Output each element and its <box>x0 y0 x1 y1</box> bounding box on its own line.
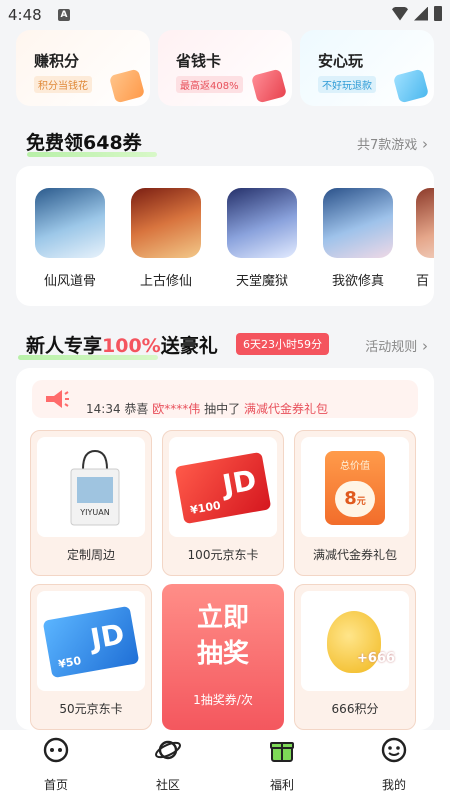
draw-now-button[interactable]: 立即 抽奖 1抽奖券/次 <box>162 584 284 730</box>
tab-label: 社区 <box>155 778 180 792</box>
prize-image-area: YIYUAN <box>37 437 145 537</box>
title-suffix: 送豪礼 <box>160 335 218 357</box>
prize-image-area: +666 <box>301 591 409 691</box>
game-thumbnail <box>323 188 393 258</box>
free-games-list: 仙风道骨 上古修仙 天堂魔狱 我欲修真 百 <box>16 166 434 306</box>
tab-label: 福利 <box>269 778 294 792</box>
prize-label: 满减代金券礼包 <box>312 548 397 562</box>
game-item[interactable]: 百 <box>416 188 434 289</box>
coupon-icon: 总价值 8元 <box>325 451 385 525</box>
winner-ticker: 14:34 恭喜 欧****伟 抽中了 满减代金券礼包 <box>32 380 418 418</box>
home-icon <box>43 737 69 763</box>
ticker-line: 14:34 恭喜 欧****伟 抽中了 满减代金券礼包 <box>86 402 328 416</box>
wifi-icon <box>392 6 408 21</box>
games-count-link[interactable]: 共7款游戏 <box>357 134 428 153</box>
game-thumbnail <box>35 188 105 258</box>
game-name: 百 <box>416 274 430 289</box>
title-prefix: 新人专享 <box>26 335 103 357</box>
status-time: 4:48 <box>8 6 42 24</box>
game-item[interactable]: 仙风道骨 <box>34 188 106 289</box>
newbie-section-title: 新人专享100% 送豪礼 <box>18 331 218 360</box>
prize-coupon-pack[interactable]: 总价值 8元 满减代金券礼包 <box>294 430 416 576</box>
prize-image-area: ¥50 JD <box>37 591 145 691</box>
game-item[interactable]: 我欲修真 <box>322 188 394 289</box>
tab-mine[interactable]: 我的 <box>364 736 424 793</box>
game-name: 我欲修真 <box>331 274 384 289</box>
prize-jd-50[interactable]: ¥50 JD 50元京东卡 <box>30 584 152 730</box>
title-highlight: 100% <box>18 335 161 360</box>
draw-cost: 1抽奖券/次 <box>193 693 253 707</box>
notification-a-icon: A <box>58 9 70 21</box>
status-bar: 4:48 A <box>0 0 450 30</box>
save-card[interactable]: 省钱卡 最高返408% <box>158 30 292 106</box>
card-tag: 积分当钱花 <box>34 76 92 93</box>
prize-label: 定制周边 <box>66 548 115 562</box>
game-name: 上古修仙 <box>139 274 192 289</box>
tab-label: 我的 <box>381 778 406 792</box>
jd-card-icon: ¥50 JD <box>42 605 140 679</box>
shield-icon <box>392 68 430 104</box>
game-item[interactable]: 天堂魔狱 <box>226 188 298 289</box>
game-thumbnail <box>131 188 201 258</box>
lottery-panel: 14:34 恭喜 欧****伟 抽中了 满减代金券礼包 YIYUAN 定制周边 … <box>16 368 434 730</box>
gift-icon <box>108 68 146 104</box>
prize-jd-100[interactable]: ¥100 JD 100元京东卡 <box>162 430 284 576</box>
card-title: 安心玩 <box>318 52 364 70</box>
free-section-title: 免费领648券 <box>26 128 158 157</box>
game-thumbnail <box>416 188 434 258</box>
money-bag-icon: +666 <box>327 611 395 673</box>
activity-rules-link[interactable]: 活动规则 <box>365 336 428 355</box>
tab-community[interactable]: 社区 <box>138 736 198 793</box>
card-title: 赚积分 <box>34 52 80 70</box>
megaphone-icon <box>46 390 69 408</box>
game-item[interactable]: 上古修仙 <box>130 188 202 289</box>
tab-label: 首页 <box>43 778 68 792</box>
game-thumbnail <box>227 188 297 258</box>
card-tag: 不好玩退款 <box>318 76 376 93</box>
draw-line2: 抽奖 <box>196 639 249 669</box>
top-cards: 赚积分 积分当钱花 省钱卡 最高返408% 安心玩 不好玩退款 <box>16 30 434 106</box>
prize-image-area: ¥100 JD <box>169 437 277 537</box>
gift-icon <box>270 742 294 762</box>
title-highlight: 648券 <box>27 132 158 157</box>
signal-icon <box>414 6 428 21</box>
safe-play-card[interactable]: 安心玩 不好玩退款 <box>300 30 434 106</box>
draw-line1: 立即 <box>196 603 249 633</box>
card-icon <box>250 68 288 104</box>
card-tag: 最高返408% <box>176 76 243 93</box>
svg-text:YIYUAN: YIYUAN <box>79 508 109 517</box>
tab-welfare[interactable]: 福利 <box>252 736 312 793</box>
countdown-badge: 6天23小时59分 <box>236 333 329 355</box>
prize-label: 666积分 <box>331 702 379 716</box>
card-title: 省钱卡 <box>176 52 222 70</box>
prize-merch[interactable]: YIYUAN 定制周边 <box>30 430 152 576</box>
battery-icon <box>434 6 442 21</box>
tote-bag-icon: YIYUAN <box>70 449 120 526</box>
smiley-icon <box>381 737 407 763</box>
prize-points[interactable]: +666 666积分 <box>294 584 416 730</box>
prize-label: 50元京东卡 <box>59 702 123 716</box>
game-name: 天堂魔狱 <box>235 274 288 289</box>
prize-label: 100元京东卡 <box>187 548 259 562</box>
bottom-tab-bar: 首页 社区 福利 我的 <box>0 730 450 800</box>
game-name: 仙风道骨 <box>43 274 96 289</box>
prize-image-area: 总价值 8元 <box>301 437 409 537</box>
tab-home[interactable]: 首页 <box>26 736 86 793</box>
earn-points-card[interactable]: 赚积分 积分当钱花 <box>16 30 150 106</box>
jd-card-icon: ¥100 JD <box>174 451 272 525</box>
planet-icon <box>155 740 181 760</box>
title-prefix: 免费领 <box>26 132 84 154</box>
